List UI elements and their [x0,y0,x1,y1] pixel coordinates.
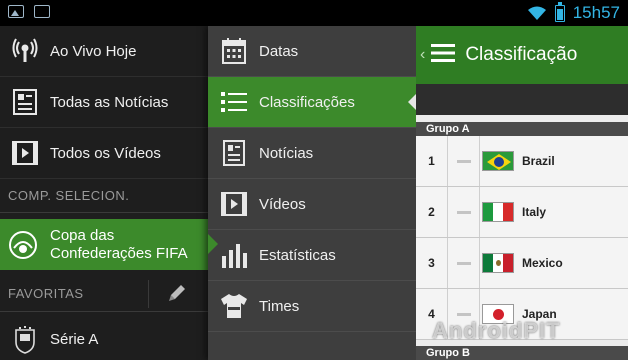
menu-item-label: Ao Vivo Hoje [50,42,137,60]
team-name: Brazil [522,154,555,168]
list-icon [220,88,248,116]
news-icon [220,139,248,167]
favorites-label: FAVORITAS [8,286,84,301]
competition-name-line1: Copa das [50,226,115,244]
section-header-selected: COMP. SELECION. [0,179,208,213]
main-menu-panel: Ao Vivo Hoje Todas as Notícias Todos os … [0,26,218,360]
position-cell: 3 [416,238,448,288]
section-header-favorites: FAVORITAS [0,276,208,312]
submenu-item-teams[interactable]: Times [208,281,416,332]
competition-menu-panel: Datas Classificações Notícias Vídeos Est… [208,26,417,360]
position-change-icon [448,136,480,186]
submenu-item-label: Classificações [259,93,355,111]
drawer-menu-icon[interactable] [431,43,456,68]
menu-item-selected-competition[interactable]: Copa das Confederações FIFA [0,219,218,270]
action-bar: ‹ Classificação [416,26,628,84]
submenu-item-statistics[interactable]: Estatísticas [208,230,416,281]
screenshot-notification-icon [34,5,50,18]
submenu-item-dates[interactable]: Datas [208,26,416,77]
competition-name-line2: Confederações FIFA [50,244,188,262]
back-chevron-icon[interactable]: ‹ [420,46,425,64]
submenu-item-label: Times [259,297,300,315]
brazil-flag-icon [482,151,514,171]
confederations-cup-logo [8,230,38,260]
italy-flag-icon [482,202,514,222]
submenu-item-label: Datas [259,42,299,60]
group-a-header: Grupo A [416,122,628,136]
status-bar: 15h57 [0,0,628,26]
menu-item-all-news[interactable]: Todas as Notícias [0,77,208,128]
submenu-item-label: Vídeos [259,195,306,213]
page-title: Classificação [465,44,578,65]
menu-item-all-videos[interactable]: Todos os Vídeos [0,128,208,179]
favorite-item-label: Série A [50,331,99,348]
cbf-crest-logo [11,325,39,354]
gallery-notification-icon [8,5,24,18]
menu-item-label: Todos os Vídeos [50,144,161,162]
clock: 15h57 [572,3,620,22]
divider [148,280,149,308]
standings-panel: ‹ Classificação Grupo A 1 Brazil 2 Italy… [416,26,628,360]
live-broadcast-icon [11,37,39,65]
submenu-item-label: Estatísticas [259,246,336,264]
header-spacer [416,84,628,115]
submenu-item-standings[interactable]: Classificações [208,77,417,128]
submenu-item-videos[interactable]: Vídeos [208,179,416,230]
watermark-logo: AndroidPIT [432,318,561,343]
position-cell: 1 [416,136,448,186]
team-name: Italy [522,205,547,219]
team-name: Mexico [522,256,563,270]
position-change-icon [448,187,480,237]
table-row[interactable]: 2 Italy [416,187,628,238]
edit-pencil-icon[interactable] [166,282,188,307]
bar-chart-icon [220,241,248,269]
menu-item-label: Todas as Notícias [50,93,169,111]
position-change-icon [448,238,480,288]
submenu-item-label: Notícias [259,144,314,162]
jersey-icon [220,292,248,320]
video-icon [220,190,248,218]
battery-icon [554,1,565,22]
group-b-header: Grupo B [416,346,628,360]
news-icon [11,88,39,116]
menu-item-live-today[interactable]: Ao Vivo Hoje [0,26,208,77]
mexico-flag-icon [482,253,514,273]
selection-indicator [208,234,218,254]
table-row[interactable]: 3 Mexico [416,238,628,289]
calendar-icon [220,37,248,65]
video-icon [11,139,39,167]
wifi-icon [527,6,546,20]
position-cell: 2 [416,187,448,237]
table-row[interactable]: 1 Brazil [416,136,628,187]
submenu-item-news[interactable]: Notícias [208,128,416,179]
favorite-item-serie-a[interactable]: Série A [0,314,208,360]
